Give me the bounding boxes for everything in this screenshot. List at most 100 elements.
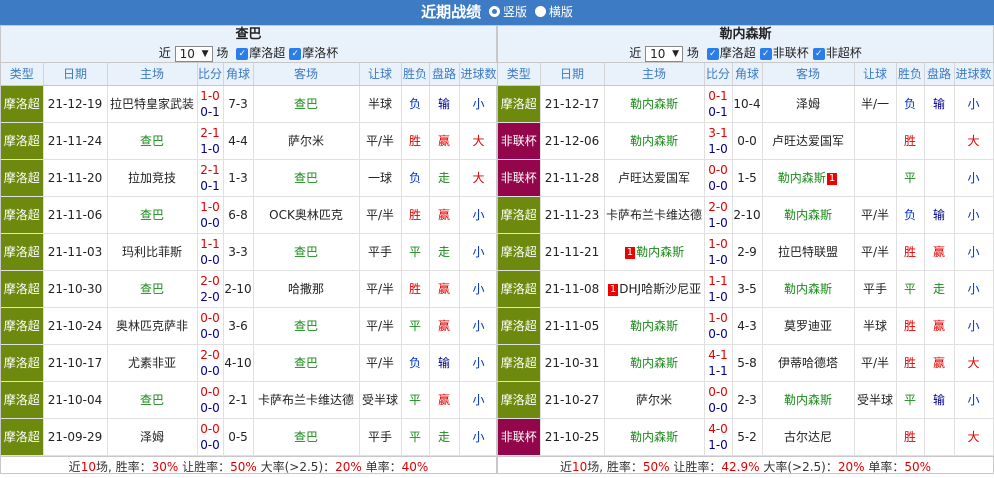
home-team[interactable]: 拉巴特皇家武装	[107, 85, 198, 123]
score[interactable]: 0-0 0-0	[197, 307, 224, 345]
home-team[interactable]: 查巴	[107, 196, 198, 234]
away-team[interactable]: 查巴	[253, 307, 360, 345]
filter-checkbox[interactable]: ✓	[289, 47, 302, 60]
league-type[interactable]: 摩洛超	[1, 85, 44, 123]
away-team[interactable]: 勒内森斯	[762, 381, 855, 419]
home-team[interactable]: 1 勒内森斯	[604, 233, 705, 271]
score[interactable]: 0-0 0-0	[197, 381, 224, 419]
score[interactable]: 2-0 2-0	[197, 270, 224, 308]
league-type[interactable]: 摩洛超	[1, 196, 44, 234]
match-count-select[interactable]: 10 ▼	[174, 45, 213, 62]
score[interactable]: 0-1 0-1	[704, 85, 733, 123]
score[interactable]: 1-0 0-1	[197, 85, 224, 123]
league-type[interactable]: 摩洛超	[1, 344, 44, 382]
score[interactable]: 2-0 1-0	[704, 196, 733, 234]
away-team[interactable]: 查巴	[253, 344, 360, 382]
away-team[interactable]: 查巴	[253, 85, 360, 123]
away-team[interactable]: 查巴	[253, 159, 360, 197]
vertical-layout-radio[interactable]	[488, 6, 500, 17]
league-type[interactable]: 摩洛超	[498, 270, 541, 308]
filter-checkbox[interactable]: ✓	[759, 47, 772, 60]
vertical-layout-label[interactable]: 竖版	[503, 5, 527, 19]
score[interactable]: 1-0 0-0	[704, 307, 733, 345]
home-team[interactable]: 查巴	[107, 122, 198, 160]
score[interactable]: 4-1 1-1	[704, 344, 733, 382]
away-team[interactable]: 勒内森斯	[762, 196, 855, 234]
home-team[interactable]: 勒内森斯	[604, 122, 705, 160]
filter-checkbox[interactable]: ✓	[706, 47, 719, 60]
filter-checkbox[interactable]: ✓	[812, 47, 825, 60]
league-type[interactable]: 摩洛超	[1, 159, 44, 197]
away-team[interactable]: 勒内森斯 1	[762, 159, 855, 197]
stat-value: 42.9%	[721, 459, 760, 474]
home-team[interactable]: 勒内森斯	[604, 307, 705, 345]
filter-label[interactable]: 摩洛超	[249, 46, 285, 60]
filter-checkbox[interactable]: ✓	[236, 47, 249, 60]
home-team[interactable]: 玛利比菲斯	[107, 233, 198, 271]
league-type[interactable]: 摩洛超	[498, 233, 541, 271]
league-type[interactable]: 非联杯	[498, 418, 541, 456]
goals-over-under: 小	[459, 233, 499, 271]
away-team[interactable]: 古尔达尼	[762, 418, 855, 456]
home-team[interactable]: 1 DHJ哈斯沙尼亚	[604, 270, 705, 308]
away-team[interactable]: 萨尔米	[253, 122, 360, 160]
league-type[interactable]: 非联杯	[498, 122, 541, 160]
home-team[interactable]: 拉加竞技	[107, 159, 198, 197]
away-team[interactable]: 哈撒那	[253, 270, 360, 308]
away-team[interactable]: OCK奥林匹克	[253, 196, 360, 234]
score[interactable]: 0-0 0-0	[704, 381, 733, 419]
home-team[interactable]: 尤素非亚	[107, 344, 198, 382]
away-team[interactable]: 卢旺达爱国军	[762, 122, 855, 160]
league-type[interactable]: 摩洛超	[1, 233, 44, 271]
away-team[interactable]: 查巴	[253, 233, 360, 271]
league-type[interactable]: 摩洛超	[498, 344, 541, 382]
away-team[interactable]: 卡萨布兰卡维达德	[253, 381, 360, 419]
score[interactable]: 2-0 0-0	[197, 344, 224, 382]
league-type[interactable]: 摩洛超	[498, 307, 541, 345]
home-team[interactable]: 勒内森斯	[604, 344, 705, 382]
home-team[interactable]: 查巴	[107, 381, 198, 419]
score[interactable]: 1-0 1-0	[704, 233, 733, 271]
score[interactable]: 1-1 0-0	[197, 233, 224, 271]
home-team[interactable]: 勒内森斯	[604, 85, 705, 123]
league-type[interactable]: 摩洛超	[1, 307, 44, 345]
league-type[interactable]: 摩洛超	[1, 381, 44, 419]
away-team[interactable]: 勒内森斯	[762, 270, 855, 308]
away-team[interactable]: 拉巴特联盟	[762, 233, 855, 271]
filter-label[interactable]: 非联杯	[773, 46, 809, 60]
home-team[interactable]: 卢旺达爱国军	[604, 159, 705, 197]
score[interactable]: 2-1 0-1	[197, 159, 224, 197]
home-team[interactable]: 泽姆	[107, 418, 198, 456]
home-team[interactable]: 萨尔米	[604, 381, 705, 419]
score[interactable]: 4-0 1-0	[704, 418, 733, 456]
home-team[interactable]: 查巴	[107, 270, 198, 308]
league-type[interactable]: 非联杯	[498, 159, 541, 197]
away-team[interactable]: 伊蒂哈德塔	[762, 344, 855, 382]
league-type[interactable]: 摩洛超	[1, 270, 44, 308]
horizontal-layout-label[interactable]: 横版	[549, 5, 573, 19]
away-team[interactable]: 泽姆	[762, 85, 855, 123]
league-type[interactable]: 摩洛超	[498, 85, 541, 123]
league-type[interactable]: 摩洛超	[498, 196, 541, 234]
match-count-select[interactable]: 10 ▼	[645, 45, 684, 62]
score[interactable]: 2-1 1-0	[197, 122, 224, 160]
away-team[interactable]: 查巴	[253, 418, 360, 456]
home-team[interactable]: 勒内森斯	[604, 418, 705, 456]
league-type[interactable]: 摩洛超	[1, 418, 44, 456]
score[interactable]: 0-0 0-0	[704, 159, 733, 197]
score[interactable]: 0-0 0-0	[197, 418, 224, 456]
score[interactable]: 3-1 1-0	[704, 122, 733, 160]
filter-label[interactable]: 非超杯	[826, 46, 862, 60]
league-type[interactable]: 摩洛超	[498, 381, 541, 419]
score[interactable]: 1-1 1-0	[704, 270, 733, 308]
away-team-name: 查巴	[293, 356, 318, 370]
horizontal-layout-radio[interactable]	[534, 6, 546, 17]
home-team[interactable]: 卡萨布兰卡维达德	[604, 196, 705, 234]
score[interactable]: 1-0 0-0	[197, 196, 224, 234]
away-team[interactable]: 莫罗迪亚	[762, 307, 855, 345]
league-type[interactable]: 摩洛超	[1, 122, 44, 160]
goals-over-under: 小	[954, 85, 994, 123]
home-team[interactable]: 奥林匹克萨非	[107, 307, 198, 345]
filter-label[interactable]: 摩洛杯	[302, 46, 338, 60]
filter-label[interactable]: 摩洛超	[720, 46, 756, 60]
